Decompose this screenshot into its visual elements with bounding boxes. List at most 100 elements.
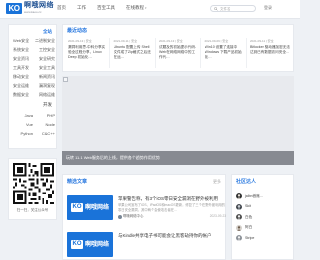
- news-title[interactable]: Ubuntu 配置上传 Shell 文件成了Zip格式之后还在运…: [114, 45, 153, 60]
- nav-item-work[interactable]: 工作: [77, 5, 86, 11]
- main-nav: 首页 工作 百宝工具 在线教程▾: [57, 5, 158, 11]
- category-sidebar: 全站 Web安全 二进制安全 系统安全 工控安全 安全资讯 安全研究 工具开发 …: [8, 24, 57, 149]
- member-name[interactable]: Skit: [245, 204, 251, 209]
- sidebar-item[interactable]: C&C++: [35, 131, 55, 137]
- sidebar-item[interactable]: Java: [13, 113, 35, 119]
- avatar: [236, 203, 242, 210]
- article-meta: 啊哦网络中心 2023-09-23: [118, 214, 226, 219]
- author-avatar: [118, 214, 122, 219]
- sidebar-head-dev[interactable]: 开发: [43, 102, 52, 107]
- latest-list: 2021-09-13 | 安全 漏洞利用思-中科分享实验全过程分享，Linux …: [66, 38, 292, 68]
- news-date: 2021-09-09 | 安全: [204, 39, 229, 43]
- news-title[interactable]: 漏洞利用思-中科分享实验全过程分享，Linux Deep 初始化…: [68, 45, 107, 60]
- section-title: 社区达人: [236, 179, 257, 185]
- sidebar-item[interactable]: 安全资讯: [13, 56, 35, 62]
- member-row[interactable]: jalbn首席…: [236, 193, 292, 204]
- sidebar-item[interactable]: 二进制安全: [35, 38, 55, 44]
- sidebar-item[interactable]: 移动安全: [13, 74, 35, 80]
- article-title[interactable]: 苹果警告称，有3个iOS零日安全漏洞在野外被利用: [118, 196, 223, 202]
- news-title[interactable]: Bitlocker 驱动器加密无法达到已有数据访问安全…: [250, 45, 290, 60]
- qr-code: [13, 163, 54, 204]
- article-author[interactable]: 啊哦网络中心: [123, 214, 143, 219]
- member-row[interactable]: Stripe: [236, 235, 292, 246]
- nav-item-tools[interactable]: 百宝工具: [97, 5, 115, 11]
- article-thumbnail[interactable]: KO 啊哦网络: [67, 195, 113, 220]
- latest-updates-panel: 最近动态 2021-09-13 | 安全 漏洞利用思-中科分享实验全过程分享，L…: [62, 24, 294, 72]
- sidebar-item[interactable]: Web安全: [13, 38, 35, 44]
- article-date: 2023-09-23: [209, 214, 226, 218]
- sidebar-item[interactable]: Python: [13, 131, 35, 137]
- search-box[interactable]: [210, 5, 256, 12]
- news-card[interactable]: 2021-09-11 | 安全 Bitlocker 驱动器加密无法达到已有数据访…: [248, 38, 292, 68]
- member-list: jalbn首席… Skit 白色 阿白 Stripe: [236, 193, 292, 246]
- community-panel: 社区达人 jalbn首席… Skit 白色 阿白 Stripe: [231, 174, 294, 260]
- logo-mark: KO: [6, 2, 22, 14]
- sidebar-head-all[interactable]: 全站: [43, 29, 52, 34]
- qr-code-card: 扫一扫，关注公众号: [8, 158, 57, 220]
- section-title: 精选文章: [67, 179, 88, 185]
- more-link[interactable]: 更多: [213, 179, 221, 185]
- sidebar-item[interactable]: 网络运维: [35, 92, 55, 98]
- news-title[interactable]: 试题及的初始提示代码-Web在网络网络中的工作代…: [159, 45, 198, 60]
- sidebar-item[interactable]: Node: [35, 122, 55, 128]
- section-title: 最近动态: [67, 28, 88, 34]
- news-date: 2021-09-11 | 安全: [250, 39, 274, 43]
- banner-caption-bar: 玩转 11.1 Web服务后的上线，提供各个趋势作用优势: [62, 151, 294, 165]
- article-title[interactable]: 与Kindle共享电子书可能会让黑客劫持你的帐户: [118, 233, 223, 239]
- top-header: KO 啊哦网络 www.kaoo.cc 首页 工作 百宝工具 在线教程▾ 登录: [0, 0, 300, 19]
- news-card[interactable]: 2021-09-13 | 安全 试题及的初始提示代码-Web在网络网络中的工作代…: [157, 38, 201, 68]
- search-icon: [214, 6, 218, 11]
- article-item[interactable]: KO 啊哦网络 与Kindle共享电子书可能会让黑客劫持你的帐户: [67, 232, 225, 259]
- article-excerpt: 苹果公司宣布了iOS、iPadOS和macOS更新，修复了三个在野外被利用的零日…: [118, 203, 225, 212]
- sidebar-item[interactable]: 安全研究: [35, 56, 55, 62]
- logo-name: 啊哦网络: [24, 2, 54, 9]
- broken-image-icon: [63, 77, 68, 82]
- news-card[interactable]: 2021-09-13 | 安全 漏洞利用思-中科分享实验全过程分享，Linux …: [66, 38, 110, 68]
- avatar: [236, 193, 242, 199]
- sidebar-item[interactable]: 系统安全: [13, 47, 35, 53]
- news-card[interactable]: 2021-09-11 | 安全 Ubuntu 配置上传 Shell 文件成了Zi…: [112, 38, 156, 68]
- sidebar-item[interactable]: Vue: [13, 122, 35, 128]
- sidebar-item[interactable]: PHP: [35, 113, 55, 119]
- sidebar-item[interactable]: 安全工具: [35, 65, 55, 71]
- sidebar-item[interactable]: 新闻资讯: [35, 74, 55, 80]
- sidebar-item[interactable]: 漏洞复现: [35, 83, 55, 89]
- member-name[interactable]: jalbn首席…: [245, 194, 263, 199]
- sidebar-item[interactable]: 工具开发: [13, 65, 35, 71]
- logo-url: www.kaoo.cc: [24, 10, 42, 14]
- banner-caption[interactable]: 玩转 11.1 Web服务后的上线，提供各个趋势作用优势: [66, 155, 160, 161]
- sidebar-dev-links: Java PHP Vue Node Python C&C++: [13, 113, 55, 137]
- article-thumbnail[interactable]: KO 啊哦网络: [67, 232, 113, 257]
- nav-item-tutorials[interactable]: 在线教程▾: [126, 5, 147, 11]
- chevron-down-icon: ▾: [145, 6, 147, 10]
- hero-banner[interactable]: 玩转 11.1 Web服务后的上线，提供各个趋势作用优势: [62, 76, 294, 165]
- news-date: 2021-09-11 | 安全: [113, 39, 138, 43]
- sidebar-security-links: Web安全 二进制安全 系统安全 工控安全 安全资讯 安全研究 工具开发 安全工…: [13, 38, 55, 98]
- sidebar-item[interactable]: 数据安全: [13, 92, 35, 98]
- sidebar-item[interactable]: 工控安全: [35, 47, 55, 53]
- avatar: [236, 235, 242, 241]
- article-item[interactable]: KO 啊哦网络 苹果警告称，有3个iOS零日安全漏洞在野外被利用 苹果公司宣布了…: [67, 195, 226, 222]
- member-row[interactable]: 白色: [236, 214, 292, 225]
- member-name[interactable]: 阿白: [245, 225, 252, 230]
- news-card[interactable]: 2021-09-09 | 安全 Win10 设置了连接中 Windows 下载产…: [203, 38, 247, 68]
- avatar: [236, 224, 242, 231]
- featured-articles-panel: 精选文章 更多 KO 啊哦网络 苹果警告称，有3个iOS零日安全漏洞在野外被利用…: [62, 174, 226, 260]
- news-date: 2021-09-13 | 安全: [159, 39, 183, 43]
- search-input[interactable]: [220, 6, 254, 11]
- news-date: 2021-09-13 | 安全: [68, 39, 92, 43]
- member-name[interactable]: Stripe: [245, 236, 254, 241]
- logo-mark: KO: [70, 203, 83, 212]
- member-row[interactable]: 阿白: [236, 224, 292, 236]
- qr-caption: 扫一扫，关注公众号: [16, 208, 49, 212]
- site-logo[interactable]: KO 啊哦网络 www.kaoo.cc: [6, 2, 54, 14]
- sidebar-item[interactable]: 安全运维: [13, 83, 35, 89]
- news-title[interactable]: Win10 设置了连接中 Windows 下载产品初始化…: [205, 45, 244, 60]
- login-link[interactable]: 登录: [264, 5, 272, 11]
- member-row[interactable]: Skit: [236, 203, 292, 215]
- avatar: [236, 214, 242, 220]
- nav-item-home[interactable]: 首页: [57, 5, 66, 11]
- logo-mark: KO: [70, 240, 83, 249]
- member-name[interactable]: 白色: [245, 215, 252, 220]
- thumb-name: 啊哦网络: [84, 204, 109, 211]
